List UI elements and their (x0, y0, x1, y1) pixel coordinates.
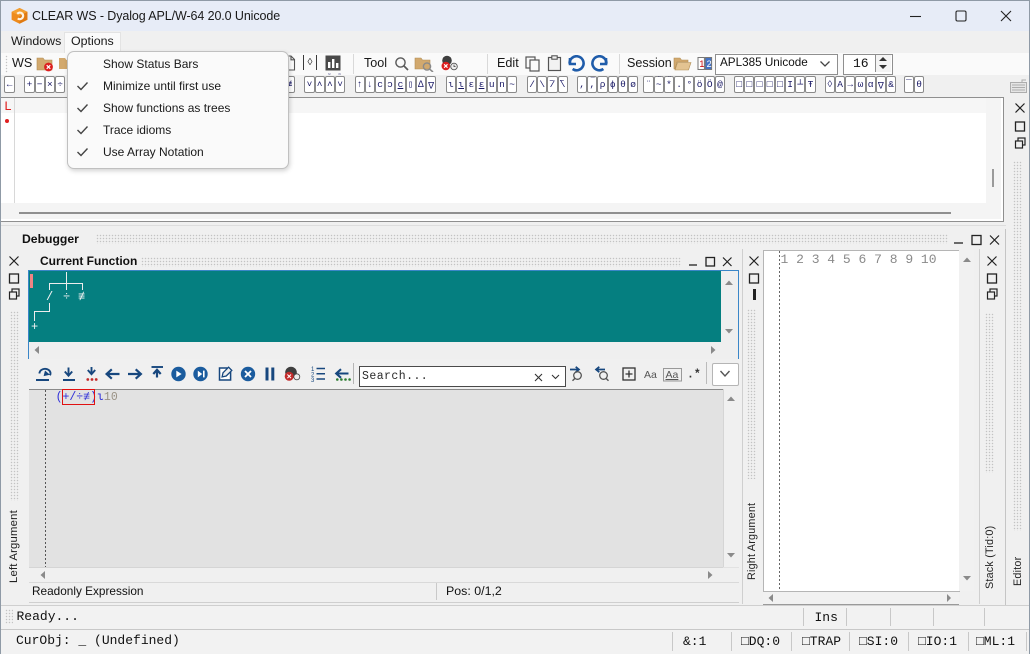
svg-text:1: 1 (699, 59, 704, 69)
svg-text:2: 2 (707, 59, 712, 69)
svg-text:Aa: Aa (666, 369, 679, 381)
svg-text:3: 3 (311, 378, 315, 383)
svg-text:Aa: Aa (644, 369, 657, 381)
svg-text:.*: .* (687, 369, 701, 382)
